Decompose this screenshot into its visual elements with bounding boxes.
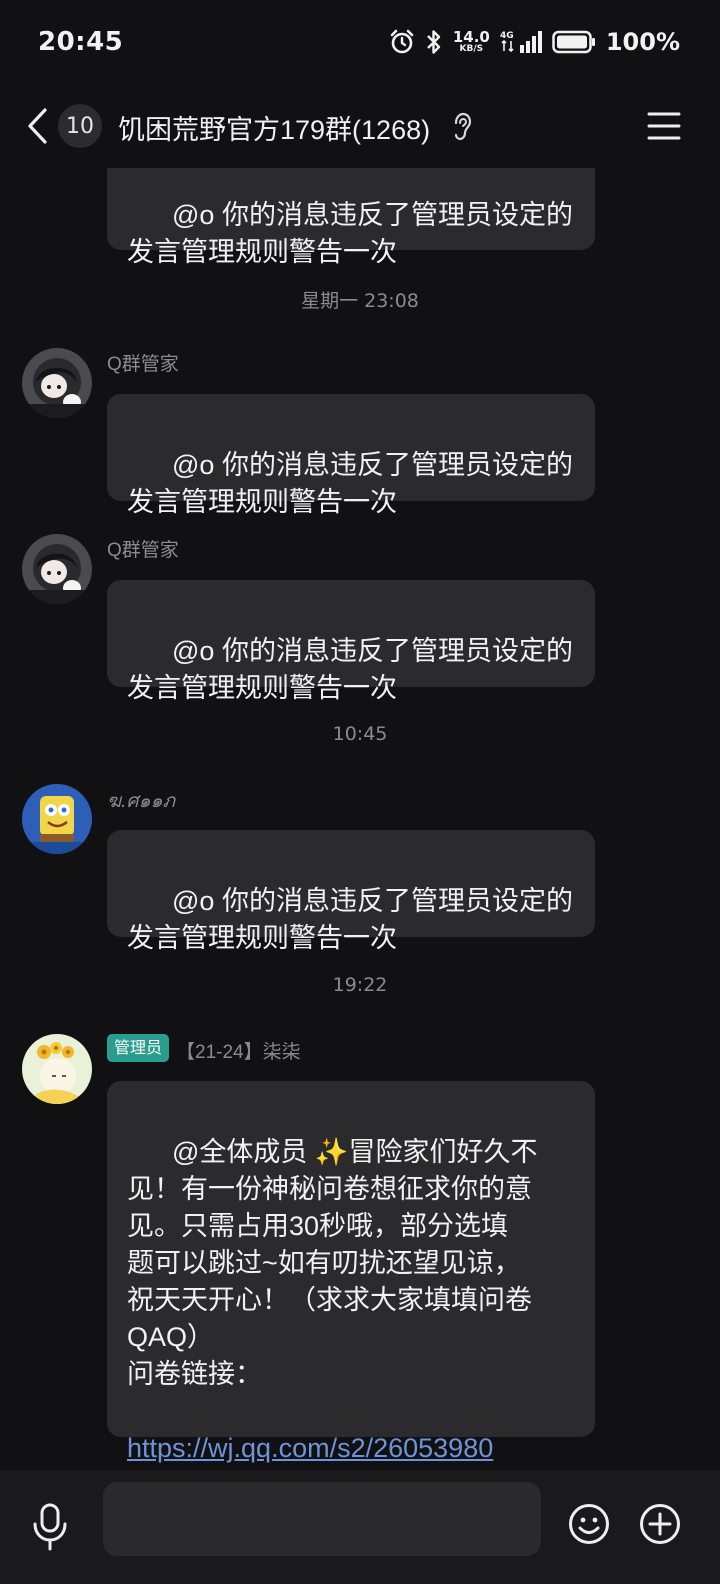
status-bar: 20:45 14.0 KB/S 4G 100% (0, 0, 720, 84)
chat-header: 10 饥困荒野官方179群(1268) (0, 94, 720, 158)
message-input[interactable] (103, 1482, 541, 1556)
chevron-left-icon (28, 108, 47, 144)
message-bubble[interactable]: @o 你的消息违反了管理员设定的 发言管理规则警告一次 (107, 168, 595, 267)
admin-role-badge: 管理员 (107, 1034, 170, 1062)
plus-icon[interactable] (639, 1503, 681, 1545)
sender-name[interactable]: ฆ.ศ๑๑ภ (107, 786, 175, 816)
chat-title[interactable]: 饥困荒野官方179群(1268) (118, 108, 430, 147)
message-list[interactable]: @o 你的消息违反了管理员设定的 发言管理规则警告一次 星期一 23:08 Q群… (0, 168, 720, 1470)
input-bar (0, 1470, 720, 1584)
menu-icon[interactable] (646, 108, 682, 144)
chat-screen: 20:45 14.0 KB/S 4G 100% 10 饥困荒野官方179群(12… (0, 0, 720, 1584)
svg-text:4G: 4G (500, 31, 514, 41)
timestamp: 10:45 (332, 723, 388, 745)
timestamp: 19:22 (332, 974, 388, 996)
unread-count-badge[interactable]: 10 (58, 104, 102, 148)
message-text: @o 你的消息违反了管理员设定的 发言管理规则警告一次 (127, 886, 573, 953)
anime-avatar-image (22, 534, 92, 604)
microphone-icon[interactable] (30, 1502, 70, 1552)
message-text: @全体成员 ✨冒险家们好久不 见！有一份神秘问卷想征求你的意 见。只需占用30秒… (127, 1137, 538, 1389)
anime-avatar-image (22, 348, 92, 418)
flower-avatar-image (22, 1034, 92, 1104)
message-text: @o 你的消息违反了管理员设定的 发言管理规则警告一次 (127, 636, 573, 703)
emoji-icon[interactable] (568, 1503, 610, 1545)
message-bubble[interactable]: @全体成员 ✨冒险家们好久不 见！有一份神秘问卷想征求你的意 见。只需占用30秒… (107, 1081, 595, 1463)
timestamp: 星期一 23:08 (301, 290, 419, 312)
ear-icon[interactable] (451, 112, 473, 142)
network-speed: 14.0 KB/S (452, 28, 490, 54)
alarm-icon (390, 29, 414, 54)
message-text: @o 你的消息违反了管理员设定的 发言管理规则警告一次 (127, 450, 573, 517)
bluetooth-icon (426, 30, 441, 54)
back-button[interactable] (22, 106, 52, 146)
avatar[interactable] (22, 348, 92, 418)
cartoon-avatar-image (22, 784, 92, 854)
avatar[interactable] (22, 1034, 92, 1104)
message-text: @o 你的消息违反了管理员设定的 发言管理规则警告一次 (127, 200, 573, 267)
message-bubble[interactable]: @o 你的消息违反了管理员设定的 发言管理规则警告一次 (107, 580, 595, 703)
avatar[interactable] (22, 534, 92, 604)
sender-name[interactable]: 【21-24】柒柒 (176, 1037, 301, 1064)
status-icons: 14.0 KB/S 4G 100% (389, 28, 680, 56)
avatar[interactable] (22, 784, 92, 854)
battery-icon (552, 30, 595, 54)
message-bubble[interactable]: @o 你的消息违反了管理员设定的 发言管理规则警告一次 (107, 394, 595, 517)
sender-name[interactable]: Q群管家 (107, 349, 179, 376)
sender-name[interactable]: Q群管家 (107, 535, 179, 562)
survey-link[interactable]: https://wj.qq.com/s2/26053980 /2815/ (127, 1430, 575, 1470)
message-bubble[interactable]: @o 你的消息违反了管理员设定的 发言管理规则警告一次 (107, 830, 595, 953)
signal-icon: 4G (500, 31, 542, 53)
battery-percent: 100% (605, 28, 680, 56)
status-time: 20:45 (38, 27, 124, 57)
